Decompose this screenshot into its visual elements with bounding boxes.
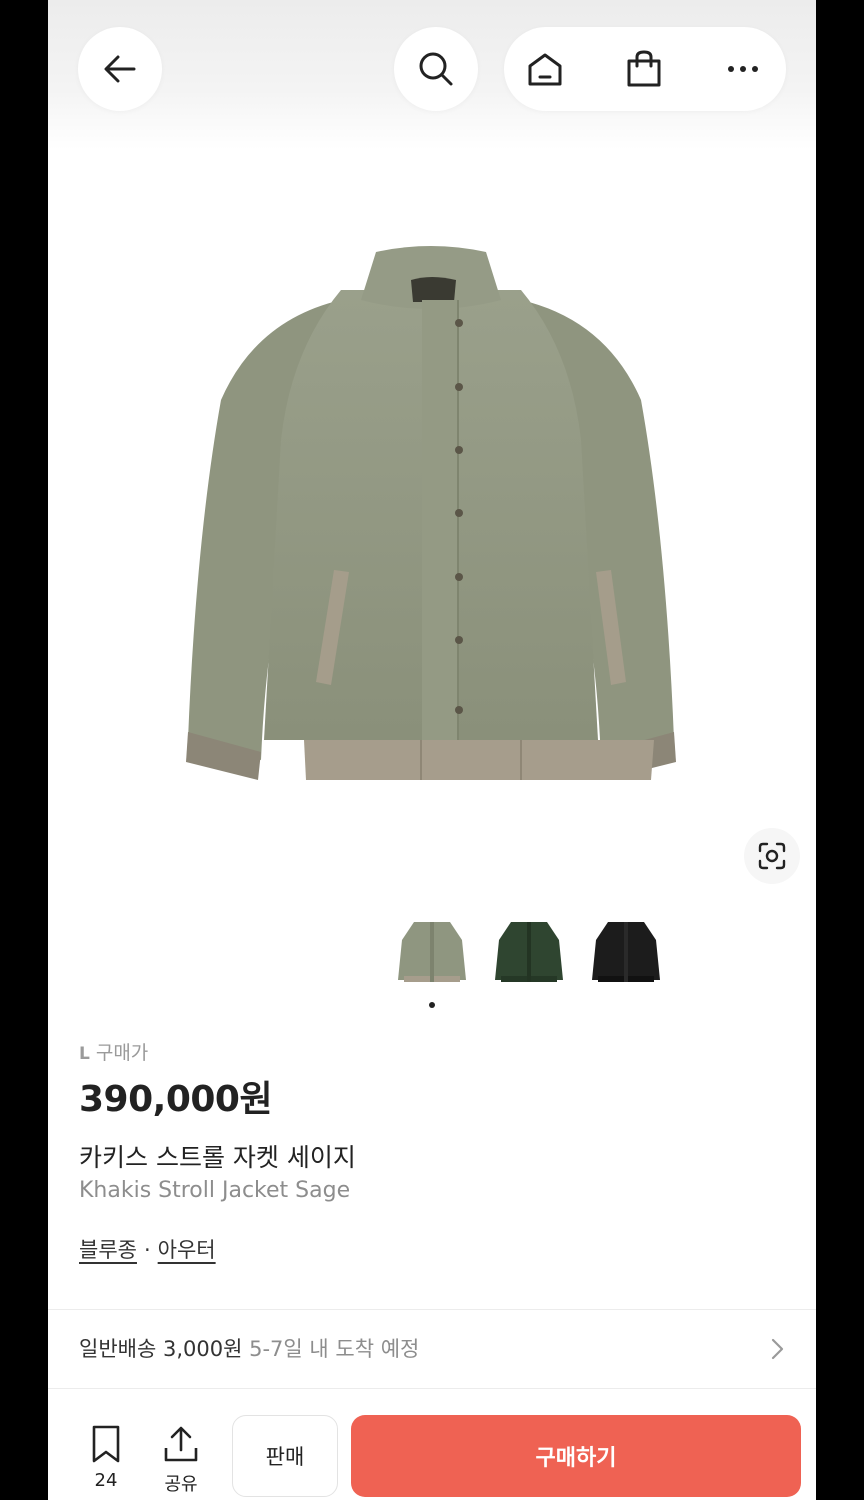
shipping-eta: 5-7일 내 도착 예정 [249, 1337, 420, 1361]
more-icon [728, 66, 758, 72]
bookmark-icon [92, 1425, 120, 1463]
lens-scan-icon [758, 842, 786, 870]
product-name-korean: 카키스 스트롤 자켓 세이지 [79, 1143, 356, 1172]
product-detail-screen: L 구매가 390,000원 카키스 스트롤 자켓 세이지 Khakis Stro… [48, 0, 816, 1500]
home-button[interactable] [509, 33, 581, 105]
divider [48, 1388, 816, 1389]
category-link-blouson[interactable]: 블루종 [79, 1238, 137, 1262]
home-icon [528, 53, 562, 86]
sell-button[interactable]: 판매 [232, 1415, 338, 1497]
save-count: 24 [94, 1470, 118, 1491]
share-label: 공유 [164, 1474, 198, 1495]
shopping-bag-button[interactable] [608, 33, 680, 105]
price-label: L 구매가 [79, 1038, 148, 1065]
product-image[interactable] [136, 240, 726, 790]
share-button[interactable]: 공유 [151, 1424, 211, 1495]
category-breadcrumb: 블루종 · 아우터 [79, 1234, 216, 1264]
buy-button[interactable]: 구매하기 [351, 1415, 801, 1497]
thumbnail-sage[interactable] [392, 910, 472, 990]
top-navigation-bar [48, 0, 816, 150]
thumbnail-green[interactable] [489, 910, 569, 990]
shipping-info-row[interactable]: 일반배송 3,000원 5-7일 내 도착 예정 [79, 1333, 419, 1363]
product-name-english: Khakis Stroll Jacket Sage [79, 1178, 351, 1203]
back-button[interactable] [84, 33, 156, 105]
back-arrow-icon [104, 55, 136, 83]
price: 390,000원 [79, 1079, 273, 1120]
more-button[interactable] [707, 33, 779, 105]
price-caption: 구매가 [95, 1042, 149, 1064]
thumbnail-black[interactable] [586, 910, 666, 990]
save-button[interactable]: 24 [76, 1424, 136, 1494]
carousel-indicator-dot [429, 1002, 435, 1008]
share-icon [164, 1426, 198, 1462]
color-thumbnails [392, 910, 672, 990]
search-button[interactable] [400, 33, 472, 105]
divider [48, 1309, 816, 1310]
category-link-outer[interactable]: 아우터 [158, 1238, 216, 1262]
shipping-label: 일반배송 3,000원 [79, 1337, 243, 1361]
search-icon [419, 52, 453, 86]
size-label: L [79, 1044, 90, 1064]
image-search-button[interactable] [744, 828, 800, 884]
shopping-bag-icon [627, 50, 661, 87]
category-separator: · [143, 1238, 151, 1262]
chevron-right-icon[interactable] [766, 1336, 788, 1362]
